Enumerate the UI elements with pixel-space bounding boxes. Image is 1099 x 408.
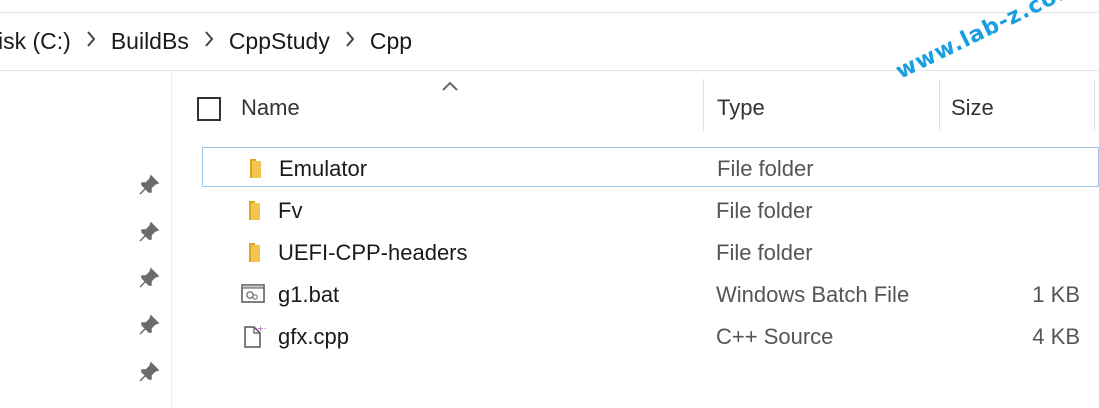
file-row-fv[interactable]: Fv File folder bbox=[202, 190, 1099, 230]
pin-icon[interactable] bbox=[138, 174, 160, 196]
file-row-gfx-cpp[interactable]: ++ gfx.cpp C++ Source 4 KB bbox=[202, 316, 1099, 356]
chevron-up-icon bbox=[440, 79, 460, 93]
column-divider[interactable] bbox=[939, 79, 940, 131]
file-type: File folder bbox=[716, 240, 813, 265]
column-header-size[interactable]: Size bbox=[951, 95, 994, 121]
file-name: gfx.cpp bbox=[278, 324, 349, 349]
pin-icon[interactable] bbox=[138, 361, 160, 383]
file-type: File folder bbox=[717, 156, 814, 181]
chevron-right-icon[interactable] bbox=[189, 30, 229, 54]
file-name: Emulator bbox=[279, 156, 368, 181]
batch-file-icon bbox=[240, 281, 266, 307]
file-row-g1-bat[interactable]: g1.bat Windows Batch File 1 KB bbox=[202, 274, 1099, 314]
file-name: Fv bbox=[278, 198, 303, 223]
file-size: 4 KB bbox=[1032, 324, 1080, 349]
file-size: 1 KB bbox=[1032, 282, 1080, 307]
pin-icon[interactable] bbox=[138, 267, 160, 289]
chevron-right-icon[interactable] bbox=[330, 30, 370, 54]
file-name: UEFI-CPP-headers bbox=[278, 240, 468, 265]
column-header-type[interactable]: Type bbox=[717, 95, 765, 121]
breadcrumb-item-buildbs[interactable]: BuildBs bbox=[111, 28, 189, 55]
pin-icon[interactable] bbox=[138, 314, 160, 336]
file-type: C++ Source bbox=[716, 324, 834, 349]
column-header-row: Name Type Size bbox=[172, 71, 1099, 139]
folder-icon bbox=[240, 239, 266, 265]
svg-text:++: ++ bbox=[257, 324, 266, 333]
select-all-checkbox[interactable] bbox=[197, 97, 221, 121]
file-row-uefi-cpp-headers[interactable]: UEFI-CPP-headers File folder bbox=[202, 232, 1099, 272]
column-header-name[interactable]: Name bbox=[241, 95, 300, 121]
breadcrumb-item-cppstudy[interactable]: CppStudy bbox=[229, 28, 330, 55]
folder-icon bbox=[240, 197, 266, 223]
file-type: File folder bbox=[716, 198, 813, 223]
navigation-pane bbox=[0, 71, 172, 408]
file-type: Windows Batch File bbox=[716, 282, 910, 307]
cpp-file-icon: ++ bbox=[240, 323, 270, 349]
pin-icon[interactable] bbox=[138, 221, 160, 243]
column-divider[interactable] bbox=[703, 79, 704, 131]
column-divider[interactable] bbox=[1094, 79, 1095, 131]
breadcrumb-item-cpp[interactable]: Cpp bbox=[370, 28, 412, 55]
folder-icon bbox=[241, 155, 267, 181]
breadcrumb-item-drive[interactable]: isk (C:) bbox=[0, 28, 71, 55]
file-row-emulator[interactable]: Emulator File folder bbox=[202, 147, 1099, 187]
file-name: g1.bat bbox=[278, 282, 340, 307]
chevron-right-icon[interactable] bbox=[71, 30, 111, 54]
